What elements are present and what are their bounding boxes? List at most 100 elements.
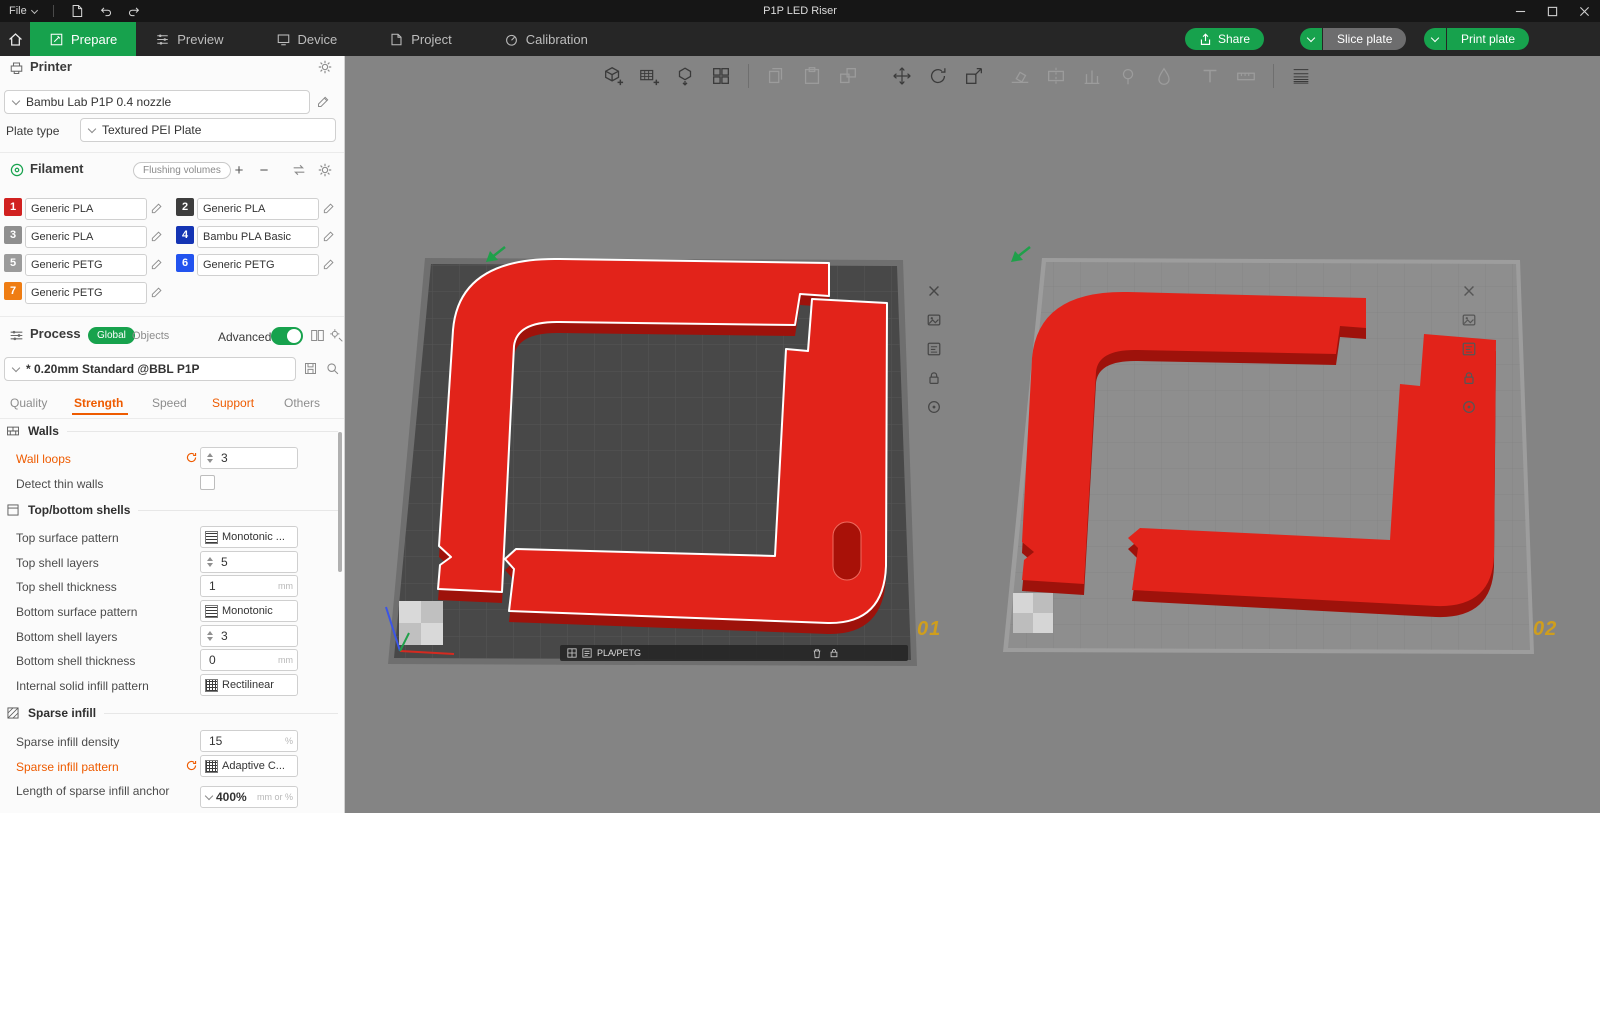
copy-icon[interactable] (763, 63, 789, 89)
filament-7-badge[interactable]: 7 (4, 282, 22, 300)
new-project-icon[interactable] (70, 4, 84, 18)
scope-global-button[interactable]: Global (88, 327, 135, 344)
plate-type-dropdown[interactable]: Textured PEI Plate (80, 118, 336, 142)
sparse-anchor-select[interactable]: 400% mm or % (200, 786, 298, 808)
rotate-icon[interactable] (925, 63, 951, 89)
detect-thin-walls-checkbox[interactable] (200, 475, 215, 490)
process-tab-speed[interactable]: Speed (152, 396, 187, 410)
scope-objects-button[interactable]: Objects (132, 330, 169, 342)
arrange-plate-icon[interactable] (923, 396, 945, 418)
process-preset-dropdown[interactable]: * 0.20mm Standard @BBL P1P (4, 357, 296, 381)
home-icon[interactable] (0, 22, 30, 56)
redo-icon[interactable] (127, 4, 142, 18)
print-plate-button[interactable]: Print plate (1447, 28, 1530, 50)
bottom-shell-layers-input[interactable]: 3 (200, 625, 298, 647)
delete-plate-icon[interactable] (1458, 280, 1480, 302)
process-tab-strength[interactable]: Strength (74, 396, 123, 410)
shells-group-header[interactable]: Top/bottom shells (6, 503, 338, 517)
filament-4-badge[interactable]: 4 (176, 226, 194, 244)
plate2-number-label[interactable]: 02 (1533, 618, 1557, 641)
filament-5-badge[interactable]: 5 (4, 254, 22, 272)
color-paint-icon[interactable] (1151, 63, 1177, 89)
sparse-infill-density-input[interactable]: 15 % (200, 730, 298, 752)
sidebar-scrollbar[interactable] (338, 432, 342, 572)
slice-plate-button[interactable]: Slice plate (1323, 28, 1407, 50)
process-tab-support[interactable]: Support (212, 396, 254, 410)
clone-icon[interactable] (835, 63, 861, 89)
plate-settings-icon[interactable] (923, 338, 945, 360)
bottom-shell-thickness-input[interactable]: 0 mm (200, 649, 298, 671)
edit-filament-5-icon[interactable] (150, 257, 164, 271)
add-plate-icon[interactable] (636, 63, 662, 89)
plate1-number-label[interactable]: 01 (917, 618, 941, 641)
filament-1-badge[interactable]: 1 (4, 198, 22, 216)
bottom-surface-pattern-select[interactable]: Monotonic (200, 600, 298, 622)
process-tab-quality[interactable]: Quality (10, 396, 47, 410)
edit-filament-7-icon[interactable] (150, 285, 164, 299)
internal-solid-infill-pattern-select[interactable]: Rectilinear (200, 674, 298, 696)
viewport-3d[interactable]: 01 02 PLA/PETG (345, 56, 1600, 813)
wall-loops-input[interactable]: 3 (200, 447, 298, 469)
minimize-icon[interactable] (1504, 0, 1536, 22)
add-filament-button[interactable]: + (230, 161, 248, 179)
printer-settings-gear-icon[interactable] (317, 59, 333, 75)
remove-filament-button[interactable]: − (255, 161, 273, 179)
move-icon[interactable] (889, 63, 915, 89)
compare-presets-icon[interactable] (310, 328, 325, 343)
filament-3-badge[interactable]: 3 (4, 226, 22, 244)
edit-filament-4-icon[interactable] (322, 229, 336, 243)
top-surface-pattern-select[interactable]: Monotonic ... (200, 526, 298, 548)
edit-filament-2-icon[interactable] (322, 201, 336, 215)
view-all-settings-icon[interactable] (329, 328, 344, 343)
scene-canvas[interactable] (345, 56, 1600, 813)
sparse-infill-group-header[interactable]: Sparse infill (6, 706, 338, 720)
tab-project[interactable]: Project (370, 22, 470, 56)
plate-preview-icon[interactable] (1458, 309, 1480, 331)
trash-icon[interactable] (812, 648, 822, 659)
edit-filament-6-icon[interactable] (322, 257, 336, 271)
filament-1-name[interactable]: Generic PLA (25, 198, 147, 220)
filament-5-name[interactable]: Generic PETG (25, 254, 147, 276)
maximize-icon[interactable] (1536, 0, 1568, 22)
flushing-volumes-button[interactable]: Flushing volumes (133, 162, 231, 179)
plate-lock-small-icon[interactable] (829, 648, 839, 658)
plate-settings-icon[interactable] (1458, 338, 1480, 360)
top-shell-layers-input[interactable]: 5 (200, 551, 298, 573)
share-button[interactable]: Share (1185, 28, 1265, 50)
delete-plate-icon[interactable] (923, 280, 945, 302)
lock-plate-icon[interactable] (1458, 367, 1480, 389)
lay-flat-icon[interactable] (1007, 63, 1033, 89)
plate-preview-icon[interactable] (923, 309, 945, 331)
seam-paint-icon[interactable] (1115, 63, 1141, 89)
filament-4-name[interactable]: Bambu PLA Basic (197, 226, 319, 248)
lock-plate-icon[interactable] (923, 367, 945, 389)
filament-3-name[interactable]: Generic PLA (25, 226, 147, 248)
plate1-name-tag[interactable]: PLA/PETG (560, 645, 908, 661)
arrange-icon[interactable] (708, 63, 734, 89)
search-icon[interactable] (325, 361, 340, 376)
edit-filament-1-icon[interactable] (150, 201, 164, 215)
advanced-toggle[interactable] (271, 327, 303, 345)
edit-printer-icon[interactable] (316, 94, 331, 109)
tab-prepare[interactable]: Prepare (30, 22, 137, 56)
close-icon[interactable] (1568, 0, 1600, 22)
arrange-plate-icon[interactable] (1458, 396, 1480, 418)
filament-settings-gear-icon[interactable] (317, 162, 333, 178)
sparse-infill-pattern-select[interactable]: Adaptive C... (200, 755, 298, 777)
filament-2-badge[interactable]: 2 (176, 198, 194, 216)
scale-icon[interactable] (961, 63, 987, 89)
filament-7-name[interactable]: Generic PETG (25, 282, 147, 304)
add-object-icon[interactable] (600, 63, 626, 89)
spinner-arrows[interactable] (203, 631, 217, 641)
filament-6-badge[interactable]: 6 (176, 254, 194, 272)
slice-dropdown-icon[interactable] (1300, 28, 1322, 50)
paste-icon[interactable] (799, 63, 825, 89)
reset-setting-icon[interactable] (185, 759, 198, 772)
sync-filament-icon[interactable] (291, 162, 307, 178)
file-menu[interactable]: File (9, 5, 38, 17)
auto-orient-icon[interactable] (672, 63, 698, 89)
tab-device[interactable]: Device (257, 22, 357, 56)
edit-filament-3-icon[interactable] (150, 229, 164, 243)
spinner-arrows[interactable] (203, 557, 217, 567)
plate-handle-arrow-icon[interactable] (1011, 246, 1031, 262)
